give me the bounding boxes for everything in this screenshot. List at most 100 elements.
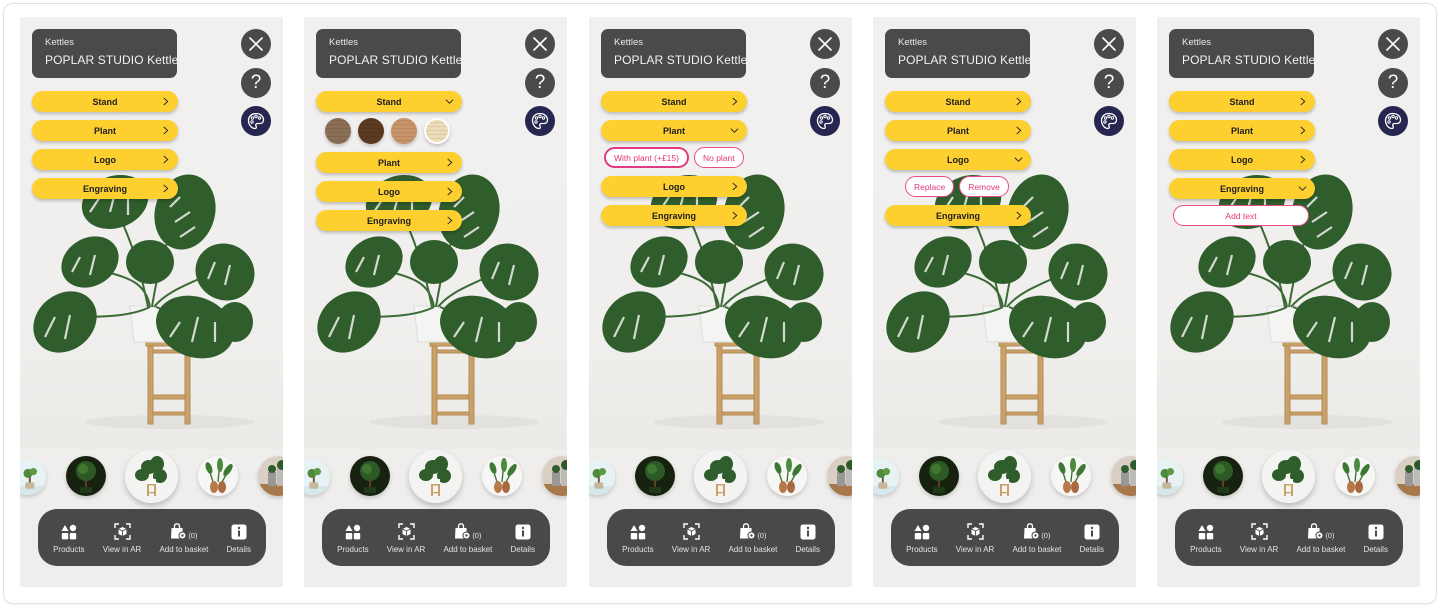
swatch-light-oak[interactable]	[391, 118, 417, 144]
nav-details[interactable]: Details	[1363, 522, 1388, 554]
option-engraving-button[interactable]: Engraving	[1169, 178, 1315, 199]
option-logo-button[interactable]: Logo	[601, 176, 747, 197]
option-label: Stand	[945, 96, 971, 107]
swatch-rustic-wood[interactable]	[325, 118, 351, 144]
option-plant-button[interactable]: Plant	[885, 120, 1031, 141]
option-plant-button[interactable]: Plant	[316, 152, 462, 173]
nav-products[interactable]: Products	[337, 522, 369, 554]
remove-logo-button[interactable]: Remove	[959, 176, 1009, 197]
carousel-item[interactable]	[1157, 459, 1183, 495]
option-stand-button[interactable]: Stand	[32, 91, 178, 112]
carousel-item[interactable]	[635, 456, 675, 496]
nav-products[interactable]: Products	[1190, 522, 1222, 554]
carousel-item[interactable]	[1203, 456, 1243, 496]
customize-palette-button[interactable]	[241, 106, 271, 136]
replace-logo-button[interactable]: Replace	[905, 176, 955, 197]
carousel-item[interactable]	[304, 459, 330, 495]
carousel-item[interactable]	[1335, 456, 1375, 496]
option-stand-button[interactable]: Stand	[1169, 91, 1315, 112]
carousel-item-selected[interactable]	[694, 450, 747, 503]
nav-details[interactable]: Details	[1079, 522, 1104, 554]
customize-palette-button[interactable]	[1094, 106, 1124, 136]
close-button[interactable]	[241, 29, 271, 59]
option-plant-button[interactable]: Plant	[1169, 120, 1315, 141]
customization-options: Stand Plant Logo Engraving	[32, 91, 178, 207]
nav-details[interactable]: Details	[226, 522, 251, 554]
basket-count: (0)	[472, 530, 482, 540]
carousel-item[interactable]	[1111, 456, 1136, 496]
with-plant-option[interactable]: With plant (+£15)	[604, 147, 689, 168]
carousel-item-selected[interactable]	[409, 450, 462, 503]
carousel-item[interactable]	[827, 456, 852, 496]
customize-palette-button[interactable]	[810, 106, 840, 136]
option-stand-button[interactable]: Stand	[316, 91, 462, 112]
option-logo-button[interactable]: Logo	[316, 181, 462, 202]
nav-products[interactable]: Products	[53, 522, 85, 554]
carousel-item[interactable]	[542, 456, 567, 496]
carousel-item[interactable]	[198, 456, 238, 496]
carousel-item[interactable]	[1395, 456, 1420, 496]
help-button[interactable]: ?	[241, 68, 271, 98]
option-plant-button[interactable]: Plant	[32, 120, 178, 141]
option-stand-button[interactable]: Stand	[601, 91, 747, 112]
carousel-item-selected[interactable]	[1262, 450, 1315, 503]
option-label: Stand	[1229, 96, 1255, 107]
nav-view-in-ar[interactable]: View in AR	[387, 522, 425, 554]
close-button[interactable]	[810, 29, 840, 59]
nav-add-to-basket[interactable]: (0) Add to basket	[1296, 522, 1345, 554]
carousel-item-selected[interactable]	[978, 450, 1031, 503]
customize-palette-button[interactable]	[1378, 106, 1408, 136]
carousel-item[interactable]	[350, 456, 390, 496]
carousel-item[interactable]	[873, 459, 899, 495]
option-logo-button[interactable]: Logo	[885, 149, 1031, 170]
option-engraving-button[interactable]: Engraving	[32, 178, 178, 199]
customize-palette-button[interactable]	[525, 106, 555, 136]
nav-view-in-ar[interactable]: View in AR	[1240, 522, 1278, 554]
help-button[interactable]: ?	[810, 68, 840, 98]
topiary-tree-thumb	[66, 456, 106, 496]
carousel-item[interactable]	[66, 456, 106, 496]
no-plant-option[interactable]: No plant	[693, 147, 744, 168]
option-stand-button[interactable]: Stand	[885, 91, 1031, 112]
carousel-item-selected[interactable]	[125, 450, 178, 503]
swatch-dark-walnut[interactable]	[358, 118, 384, 144]
plant-in-metal-pots-thumb	[1111, 456, 1136, 496]
nav-add-to-basket[interactable]: (0) Add to basket	[159, 522, 208, 554]
nav-add-to-basket[interactable]: (0) Add to basket	[1012, 522, 1061, 554]
ar-cube-icon	[966, 522, 984, 540]
nav-add-to-basket[interactable]: (0) Add to basket	[728, 522, 777, 554]
option-engraving-button[interactable]: Engraving	[601, 205, 747, 226]
close-button[interactable]	[1094, 29, 1124, 59]
close-button[interactable]	[1378, 29, 1408, 59]
nav-view-in-ar[interactable]: View in AR	[956, 522, 994, 554]
carousel-item[interactable]	[20, 459, 46, 495]
close-button[interactable]	[525, 29, 555, 59]
app-screen-3: Kettles POPLAR STUDIO Kettle ? Stand Plan…	[589, 17, 852, 587]
nav-details[interactable]: Details	[510, 522, 535, 554]
nav-view-in-ar[interactable]: View in AR	[672, 522, 710, 554]
help-button[interactable]: ?	[525, 68, 555, 98]
option-logo-button[interactable]: Logo	[32, 149, 178, 170]
carousel-item[interactable]	[258, 456, 283, 496]
ar-cube-icon	[1250, 522, 1268, 540]
nav-add-to-basket[interactable]: (0) Add to basket	[443, 522, 492, 554]
add-text-button[interactable]: Add text	[1173, 205, 1309, 226]
app-screen-5: Kettles POPLAR STUDIO Kettle ? Stand Plan…	[1157, 17, 1420, 587]
help-button[interactable]: ?	[1378, 68, 1408, 98]
option-engraving-button[interactable]: Engraving	[316, 210, 462, 231]
nav-view-in-ar[interactable]: View in AR	[103, 522, 141, 554]
option-engraving-button[interactable]: Engraving	[885, 205, 1031, 226]
carousel-item[interactable]	[767, 456, 807, 496]
help-button[interactable]: ?	[1094, 68, 1124, 98]
nav-details[interactable]: Details	[795, 522, 820, 554]
carousel-item[interactable]	[919, 456, 959, 496]
swatch-birch[interactable]	[424, 118, 450, 144]
app-screen-4: Kettles POPLAR STUDIO Kettle ? Stand Plan…	[873, 17, 1136, 587]
carousel-item[interactable]	[1051, 456, 1091, 496]
carousel-item[interactable]	[482, 456, 522, 496]
carousel-item[interactable]	[589, 459, 615, 495]
option-logo-button[interactable]: Logo	[1169, 149, 1315, 170]
option-plant-button[interactable]: Plant	[601, 120, 747, 141]
nav-products[interactable]: Products	[622, 522, 654, 554]
nav-products[interactable]: Products	[906, 522, 938, 554]
